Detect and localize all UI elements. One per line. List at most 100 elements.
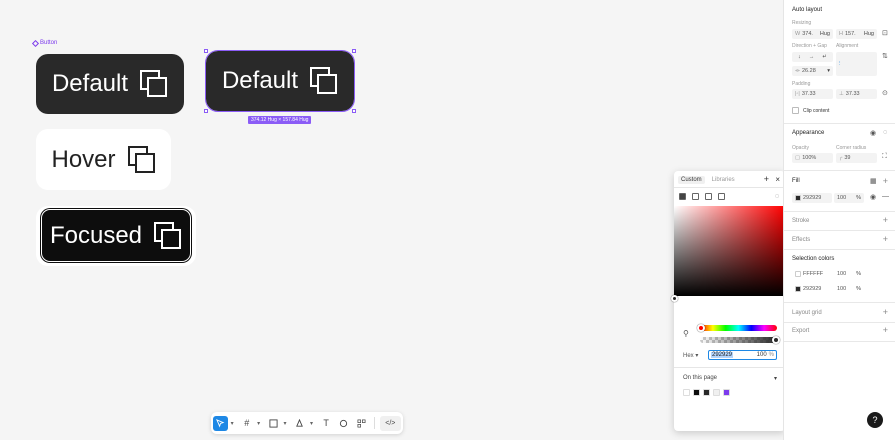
add-layout-grid-button[interactable]: + [883,307,888,317]
design-canvas[interactable]: Button Default Default 374.12 Hug × 157.… [0,0,783,440]
chevron-down-icon[interactable]: ▾ [284,420,290,427]
opacity-field[interactable]: ▢ 100% [792,153,833,163]
color-swatch[interactable] [795,271,801,277]
color-swatch[interactable] [693,389,700,396]
add-export-button[interactable]: + [883,325,888,335]
alignment-grid[interactable]: ⫶ [836,52,877,76]
fill-opacity-value: 100 [837,195,847,201]
hex-value: 292929 [711,352,734,358]
vertical-padding-icon: ⊥ [839,91,844,97]
opacity-slider[interactable] [700,336,780,344]
blend-mode-icon[interactable]: ◌ [775,193,779,200]
swap-icon[interactable]: ⇅ [882,52,888,60]
percent-sign: % [768,352,774,358]
color-swatch[interactable] [723,389,730,396]
direction-toggle[interactable]: ↓ → ↵ [792,52,833,62]
button-default-selected[interactable]: Default [205,50,355,112]
resize-handle-top-right[interactable] [352,49,356,53]
shape-tool[interactable] [266,416,281,431]
export-title: Export [792,328,810,334]
image-fill-icon[interactable] [705,193,712,200]
fill-swatch[interactable] [795,195,801,201]
color-swatch[interactable] [683,389,690,396]
height-field[interactable]: H 157. Hug [836,29,877,39]
saturation-value-area[interactable] [671,206,785,302]
blend-mode-icon[interactable]: ◌ [883,129,887,136]
individual-padding-icon[interactable]: ⊙ [882,89,888,97]
pen-tool[interactable] [292,416,307,431]
resize-handle-top-left[interactable] [204,49,208,53]
selection-color-opacity[interactable]: 100 % [834,269,864,279]
divider [784,322,895,323]
page-colors-select[interactable]: On this page ▾ [683,373,777,383]
wrap-icon: ↵ [822,54,827,60]
button-default-variant[interactable]: Default [36,54,184,114]
tab-libraries[interactable]: Libraries [709,176,738,184]
copy-icon [154,221,182,250]
tab-custom[interactable]: Custom [678,176,705,184]
remove-fill-icon[interactable]: — [882,193,889,200]
width-mode: Hug [819,31,830,37]
fill-opacity-field[interactable]: 100 % [834,193,864,203]
padding-horizontal-field[interactable]: |◦| 37.33 [792,89,833,99]
chevron-down-icon[interactable]: ▾ [257,420,263,427]
gap-field[interactable]: ⟛ 26.28 ▾ [792,66,833,76]
resize-options-icon[interactable]: ⊡ [882,29,888,37]
fill-hex-field[interactable]: 292929 [792,193,832,203]
add-fill-button[interactable]: + [883,176,888,186]
color-knob[interactable] [671,295,678,302]
hex-input[interactable]: 292929 100 % [708,350,777,360]
move-tool[interactable] [213,415,228,431]
divider [674,367,785,368]
color-swatch[interactable] [795,286,801,292]
add-stroke-button[interactable]: + [883,215,888,225]
resize-handle-bottom-left[interactable] [204,109,208,113]
selection-color-opacity[interactable]: 100 % [834,284,864,294]
button-label: Hover [51,145,116,173]
frame-label-text: Button [40,40,58,46]
hue-knob[interactable] [697,324,705,332]
comment-tool[interactable] [336,416,351,431]
eye-icon[interactable]: ◉ [870,129,876,137]
video-fill-icon[interactable] [718,193,725,200]
opacity-knob[interactable] [772,336,780,344]
button-focused-variant[interactable]: Focused [41,209,191,262]
hue-slider[interactable] [697,324,777,332]
add-style-button[interactable]: + [764,174,769,184]
close-button[interactable]: × [775,175,780,184]
selection-color-row[interactable]: FFFFFF [792,269,832,279]
component-icon [31,39,40,47]
button-label: Default [221,67,299,94]
percent-sign: % [856,271,861,277]
chevron-down-icon[interactable]: ▾ [231,420,237,427]
eyedropper-icon[interactable]: ⚲ [683,329,689,338]
add-effect-button[interactable]: + [883,234,888,244]
color-swatch[interactable] [713,389,720,396]
frame-label[interactable]: Button [31,39,58,47]
clip-content-checkbox[interactable] [792,107,799,114]
help-button[interactable]: ? [867,412,883,428]
chevron-down-icon[interactable]: ▾ [310,420,316,427]
fill-title: Fill [792,178,800,184]
selection-color-row[interactable]: 292929 [792,284,832,294]
corner-radius-field[interactable]: ╭ 39 [836,153,877,163]
frame-tool[interactable]: # [239,416,254,431]
actions-tool[interactable] [354,416,369,431]
appearance-title: Appearance [792,130,825,136]
solid-fill-icon[interactable] [679,193,686,200]
eye-icon[interactable]: ◉ [870,193,876,201]
percent-sign: % [856,195,861,201]
padding-vertical-field[interactable]: ⊥ 37.33 [836,89,877,99]
dev-mode-toggle[interactable]: </> [379,415,402,431]
expand-corners-icon[interactable]: ⛶ [882,153,887,161]
comment-icon [340,419,348,427]
text-tool[interactable]: T [319,416,334,431]
button-hover-variant[interactable]: Hover [36,129,171,190]
color-swatch[interactable] [703,389,710,396]
color-format-select[interactable]: Hex ▾ [683,352,705,359]
resize-handle-bottom-right[interactable] [352,109,356,113]
style-grid-icon[interactable]: ▦ [870,177,877,185]
gradient-fill-icon[interactable] [692,193,699,200]
width-field[interactable]: W 374. Hug [792,29,833,39]
rectangle-icon [269,418,278,428]
